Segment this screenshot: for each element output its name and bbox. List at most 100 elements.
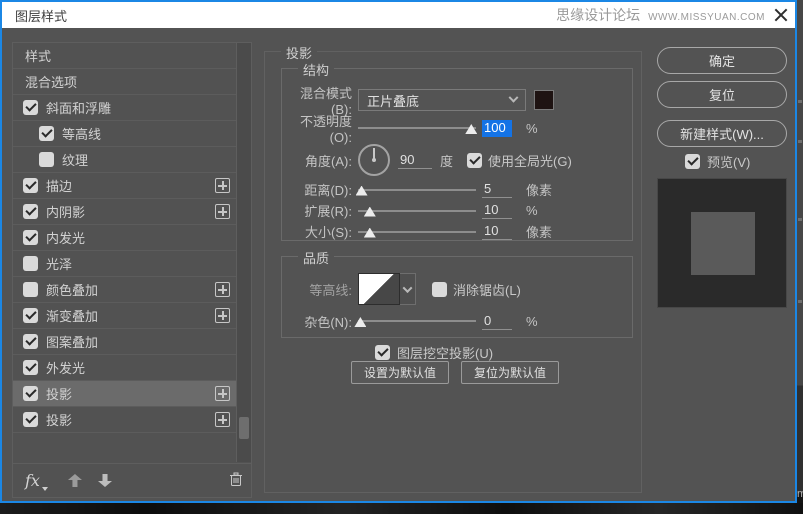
move-down-icon[interactable] [98, 474, 112, 487]
opacity-value[interactable]: 100 [482, 119, 512, 137]
chevron-down-icon [508, 92, 519, 103]
effect-enabled-checkbox[interactable] [23, 230, 38, 245]
noise-slider[interactable] [354, 313, 476, 329]
effect-enabled-checkbox[interactable] [23, 256, 38, 271]
use-global-light-checkbox[interactable] [467, 152, 483, 168]
make-default-button[interactable]: 设置为默认值 [351, 361, 449, 384]
sidebar-item-10[interactable]: 渐变叠加 [13, 303, 236, 329]
opacity-slider[interactable] [358, 120, 478, 136]
structure-group: 结构 混合模式(B): 正片叠底 不透明度(O): 100 % 角度(A): 9… [281, 60, 633, 241]
effect-enabled-checkbox[interactable] [23, 360, 38, 375]
sidebar-item-8[interactable]: 光泽 [13, 251, 236, 277]
chevron-down-icon [402, 282, 413, 293]
spread-slider[interactable] [358, 203, 476, 219]
sidebar-item-13[interactable]: 投影 [13, 381, 236, 407]
layer-knockout-checkbox[interactable] [375, 345, 390, 360]
distance-slider-thumb[interactable] [355, 185, 368, 196]
sidebar-item-5[interactable]: 描边 [13, 173, 236, 199]
watermark: 思缘设计论坛 WWW.MISSYUAN.COM [556, 5, 765, 25]
noise-value[interactable]: 0 [482, 313, 512, 330]
add-effect-plus-icon[interactable] [215, 204, 230, 219]
anti-alias-checkbox[interactable] [432, 281, 447, 297]
effect-enabled-checkbox[interactable] [23, 308, 38, 323]
close-icon[interactable] [773, 7, 789, 23]
opacity-unit: % [526, 120, 538, 136]
add-effect-plus-icon[interactable] [215, 178, 230, 193]
contour-picker[interactable] [358, 273, 416, 305]
add-effect-plus-icon[interactable] [215, 282, 230, 297]
quality-legend: 品质 [298, 248, 335, 267]
sidebar-item-label: 光泽 [46, 257, 73, 272]
size-value[interactable]: 10 [482, 223, 512, 240]
preview-checkbox[interactable] [685, 154, 700, 169]
sidebar-item-label: 混合选项 [25, 75, 78, 90]
sidebar-item-1[interactable]: 混合选项 [13, 69, 236, 95]
style-list: 样式混合选项斜面和浮雕等高线纹理描边 内阴影 内发光光泽颜色叠加渐变叠加图案叠加外发… [13, 43, 236, 462]
opacity-slider-thumb[interactable] [465, 124, 478, 134]
sidebar-item-9[interactable]: 颜色叠加 [13, 277, 236, 303]
effect-enabled-checkbox[interactable] [23, 178, 38, 193]
contour-dropdown-arrow[interactable] [400, 273, 416, 305]
distance-slider[interactable] [355, 182, 476, 198]
size-label: 大小(S): [305, 225, 352, 240]
ok-button[interactable]: 确定 [657, 47, 787, 74]
effect-enabled-checkbox[interactable] [23, 334, 38, 349]
blend-mode-dropdown[interactable]: 正片叠底 [358, 89, 526, 111]
sidebar-item-label: 等高线 [62, 127, 102, 142]
sidebar-item-3[interactable]: 等高线 [13, 121, 236, 147]
sidebar-item-2[interactable]: 斜面和浮雕 [13, 95, 236, 121]
noise-slider-thumb[interactable] [354, 317, 367, 327]
sidebar-item-12[interactable]: 外发光 [13, 355, 236, 381]
size-slider[interactable] [358, 224, 476, 240]
effect-enabled-checkbox[interactable] [39, 152, 54, 167]
spread-slider-thumb[interactable] [363, 206, 376, 217]
reset-button[interactable]: 复位 [657, 81, 787, 108]
anti-alias-label: 消除锯齿(L) [453, 282, 521, 298]
contour-thumbnail[interactable] [358, 273, 400, 305]
sidebar-item-6[interactable]: 内阴影 [13, 199, 236, 225]
effect-enabled-checkbox[interactable] [23, 282, 38, 297]
sidebar-item-label: 纹理 [62, 153, 89, 168]
effect-enabled-checkbox[interactable] [23, 386, 38, 401]
styles-panel: 样式混合选项斜面和浮雕等高线纹理描边 内阴影 内发光光泽颜色叠加渐变叠加图案叠加外发… [12, 42, 252, 498]
effect-enabled-checkbox[interactable] [39, 126, 54, 141]
sidebar-item-label: 渐变叠加 [46, 309, 99, 324]
effect-enabled-checkbox[interactable] [23, 204, 38, 219]
distance-value[interactable]: 5 [482, 181, 512, 198]
sidebar-item-label: 斜面和浮雕 [46, 101, 112, 116]
angle-label: 角度(A): [305, 153, 352, 169]
background-app-sliver-right: m [797, 0, 803, 514]
spread-value[interactable]: 10 [482, 202, 512, 219]
distance-unit: 像素 [526, 183, 553, 198]
scrollbar-thumb[interactable] [239, 417, 249, 439]
fx-menu-button[interactable]: fx [25, 471, 40, 490]
sidebar-item-4[interactable]: 纹理 [13, 147, 236, 173]
watermark-text: 思缘设计论坛 [556, 7, 641, 23]
sidebar-item-label: 图案叠加 [46, 335, 99, 350]
titlebar: 图层样式 思缘设计论坛 WWW.MISSYUAN.COM [2, 2, 795, 28]
delete-effect-icon[interactable] [229, 472, 243, 490]
sidebar-item-11[interactable]: 图案叠加 [13, 329, 236, 355]
shadow-color-swatch[interactable] [534, 90, 554, 110]
sidebar-item-14[interactable]: 投影 [13, 407, 236, 433]
opacity-label: 不透明度(O): [299, 114, 352, 145]
effect-enabled-checkbox[interactable] [23, 100, 38, 115]
background-fragment [798, 140, 802, 143]
background-fragment [798, 100, 802, 103]
angle-dial[interactable] [358, 144, 390, 176]
effect-enabled-checkbox[interactable] [23, 412, 38, 427]
size-slider-thumb[interactable] [363, 227, 376, 238]
structure-legend: 结构 [298, 60, 335, 79]
move-up-icon[interactable] [67, 474, 82, 487]
add-effect-plus-icon[interactable] [215, 412, 230, 427]
sidebar-item-0[interactable]: 样式 [13, 43, 236, 69]
fx-caret-icon [41, 487, 48, 491]
styles-scrollbar[interactable] [236, 43, 251, 462]
new-style-button[interactable]: 新建样式(W)... [657, 120, 787, 147]
add-effect-plus-icon[interactable] [215, 308, 230, 323]
angle-value[interactable]: 90 [398, 152, 432, 169]
add-effect-plus-icon[interactable] [215, 386, 230, 401]
background-fragment [798, 300, 802, 303]
sidebar-item-7[interactable]: 内发光 [13, 225, 236, 251]
reset-default-button[interactable]: 复位为默认值 [461, 361, 559, 384]
